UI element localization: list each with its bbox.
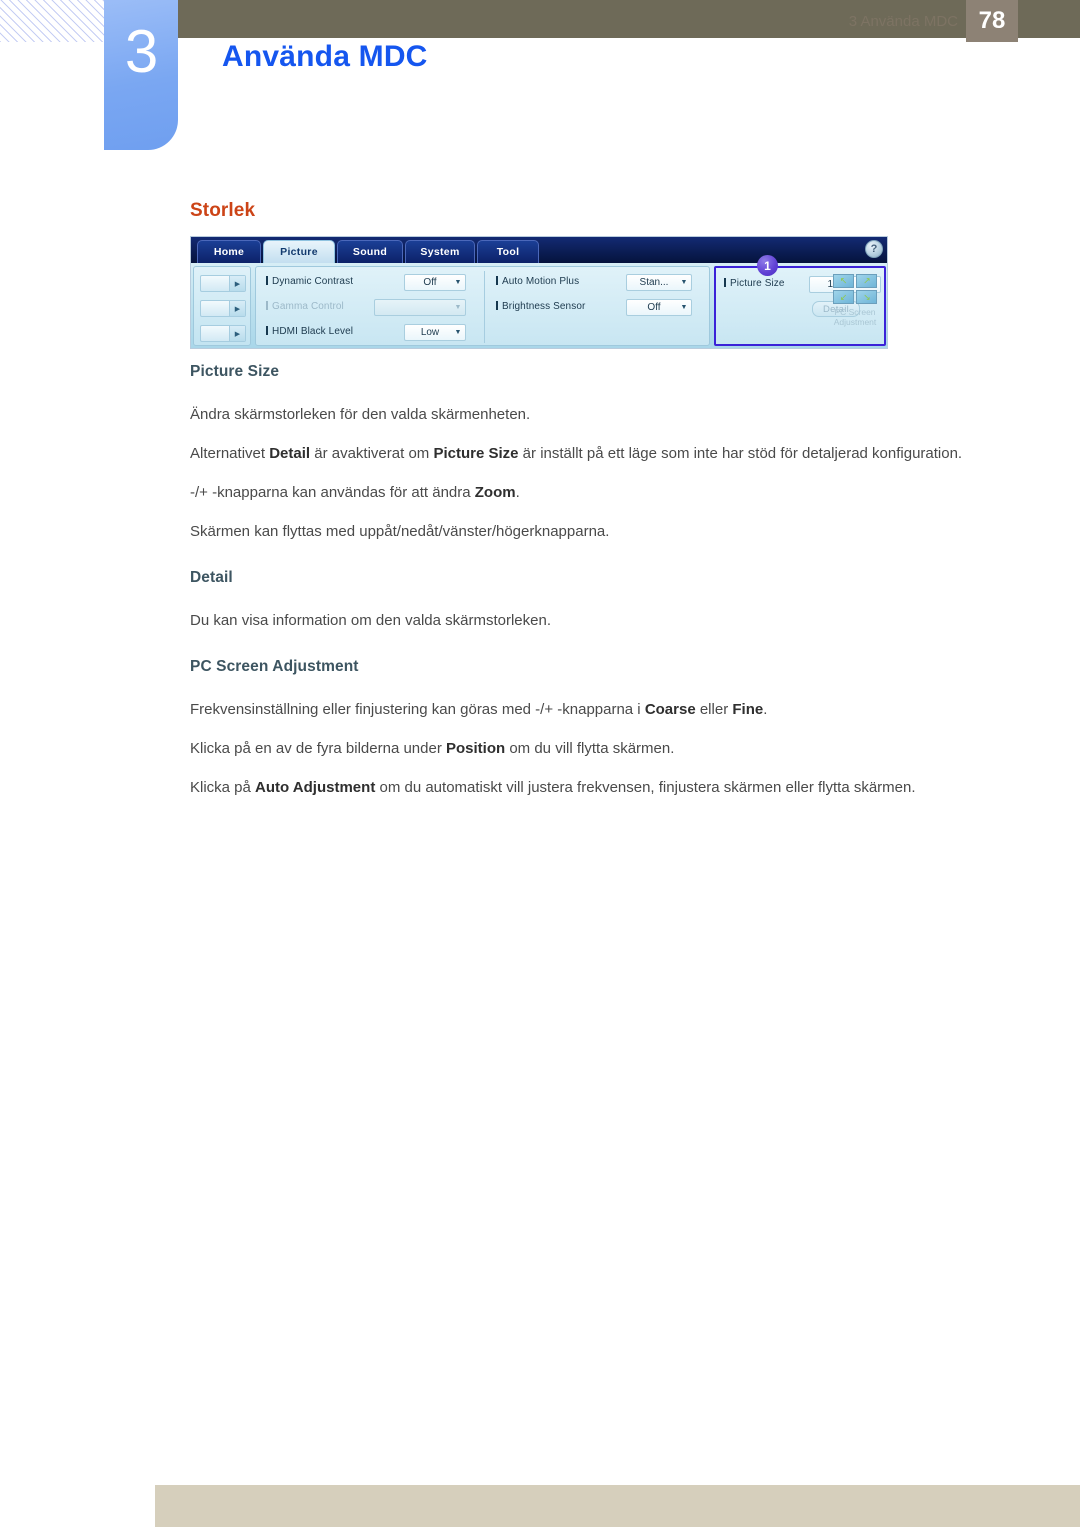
paragraph-auto-adjustment: Klicka på Auto Adjustment om du automati… [190,770,990,805]
chevron-down-icon[interactable]: ▼ [677,304,691,311]
section-title: Storlek [190,200,256,221]
arrow-up-left-icon[interactable]: ↖ [833,274,854,288]
content-area: Storlek Home Picture Sound System Tool ?… [190,200,990,809]
combo-value: Low [420,327,440,338]
label-brightness-sensor: Brightness Sensor [496,301,585,312]
middle-control-group: Dynamic Contrast Off ▼ Gamma Control ▼ H… [255,266,710,346]
text-fragment: -/+ -knapparna kan användas för att ändr… [190,484,475,501]
text-fragment: Klicka på [190,779,256,796]
pcsa-label-line2: Adjustment [833,317,877,327]
text-fragment: Alternativet [190,445,270,462]
combo-gamma-control[interactable]: ▼ [374,299,466,316]
label-auto-motion-plus: Auto Motion Plus [496,276,579,287]
left-control-group: ▶ ▶ ▶ [193,266,251,346]
help-icon[interactable]: ? [865,240,883,258]
paragraph-zoom-buttons: -/+ -knapparna kan användas för att ändr… [190,475,990,510]
picture-size-control-group: Picture Size 16 : 9 ▼ Detail ↖ ↖ ↖ ↖ [714,266,886,346]
term-auto-adjustment: Auto Adjustment [255,779,376,796]
combo-value: Off [647,302,661,313]
text-fragment: Klicka på en av de fyra bilderna under [190,740,446,757]
text-fragment: om du automatiskt vill justera frekvense… [375,779,916,796]
group-divider [484,271,485,343]
pc-screen-adjustment-control[interactable]: ↖ ↖ ↖ ↖ PC Screen Adjustment [830,274,880,327]
stepper-control-2[interactable]: ▶ [200,300,246,317]
tab-tool[interactable]: Tool [477,240,539,263]
chevron-down-icon[interactable]: ▼ [451,304,465,311]
callout-badge-1: 1 [757,255,778,276]
text-fragment: om du vill flytta skärmen. [505,740,675,757]
chevron-down-icon[interactable]: ▼ [451,329,465,336]
combo-hdmi-black-level[interactable]: Low ▼ [404,324,466,341]
chapter-title: Använda MDC [222,40,428,73]
stepper-arrow-icon[interactable]: ▶ [229,301,245,316]
heading-picture-size: Picture Size [190,363,280,380]
label-dynamic-contrast: Dynamic Contrast [266,276,353,287]
combo-value: Off [423,277,437,288]
term-picture-size: Picture Size [433,445,519,462]
term-detail: Detail [269,445,311,462]
heading-pc-screen-adjustment: PC Screen Adjustment [190,658,359,675]
stepper-arrow-icon[interactable]: ▶ [229,276,245,291]
term-coarse: Coarse [644,701,696,718]
stepper-control-3[interactable]: ▶ [200,325,246,342]
footer-bar [155,1485,1080,1527]
paragraph-detail-desc: Du kan visa information om den valda skä… [190,612,551,629]
text-fragment: . [515,484,520,501]
chapter-tab: 3 [104,0,178,150]
heading-detail: Detail [190,569,233,586]
arrow-up-right-icon[interactable]: ↖ [856,274,877,288]
combo-auto-motion-plus[interactable]: Stan... ▼ [626,274,692,291]
mdc-picture-panel-figure: Home Picture Sound System Tool ? ▶ ▶ ▶ D… [190,236,888,349]
term-fine: Fine [732,701,764,718]
text-fragment: eller [695,701,733,718]
label-picture-size: Picture Size [724,278,785,289]
pc-screen-adjustment-label: PC Screen Adjustment [830,307,880,327]
document-page: 3 Använda MDC Storlek Home Picture Sound… [0,0,1080,1527]
paragraph-position: Klicka på en av de fyra bilderna under P… [190,731,990,766]
page-number: 78 [966,0,1018,42]
paragraph-picture-size-desc: Ändra skärmstorleken för den valda skärm… [190,406,531,423]
chevron-down-icon[interactable]: ▼ [451,279,465,286]
paragraph-screen-move: Skärmen kan flyttas med uppåt/nedåt/väns… [190,523,610,540]
paragraph-coarse-fine: Frekvensinställning eller finjustering k… [190,692,990,727]
tab-system[interactable]: System [405,240,475,263]
paragraph-detail-disabled: Alternativet Detail är avaktiverat om Pi… [190,436,990,471]
arrow-down-left-icon[interactable]: ↖ [833,290,854,304]
stepper-arrow-icon[interactable]: ▶ [229,326,245,341]
panel-body: ▶ ▶ ▶ Dynamic Contrast Off ▼ Gamma Contr… [191,263,887,348]
arrow-down-right-icon[interactable]: ↖ [856,290,877,304]
term-position: Position [446,740,506,757]
combo-brightness-sensor[interactable]: Off ▼ [626,299,692,316]
combo-value: Stan... [639,277,669,288]
tab-home[interactable]: Home [197,240,261,263]
chevron-down-icon[interactable]: ▼ [677,279,691,286]
text-fragment: Frekvensinställning eller finjustering k… [190,701,645,718]
position-arrow-grid[interactable]: ↖ ↖ ↖ ↖ [833,274,877,304]
tab-picture[interactable]: Picture [263,240,335,263]
text-fragment: . [763,701,768,718]
stepper-control-1[interactable]: ▶ [200,275,246,292]
label-gamma-control: Gamma Control [266,301,344,312]
text-fragment: är inställt på ett läge som inte har stö… [518,445,963,462]
label-hdmi-black-level: HDMI Black Level [266,326,353,337]
text-fragment: är avaktiverat om [310,445,434,462]
panel-tabstrip: Home Picture Sound System Tool ? [191,237,887,263]
tab-sound[interactable]: Sound [337,240,403,263]
pcsa-label-line1: PC Screen [834,307,876,317]
combo-dynamic-contrast[interactable]: Off ▼ [404,274,466,291]
footer-chapter-label: 3 Använda MDC [848,13,958,30]
term-zoom: Zoom [474,484,516,501]
chapter-number: 3 [124,18,158,85]
